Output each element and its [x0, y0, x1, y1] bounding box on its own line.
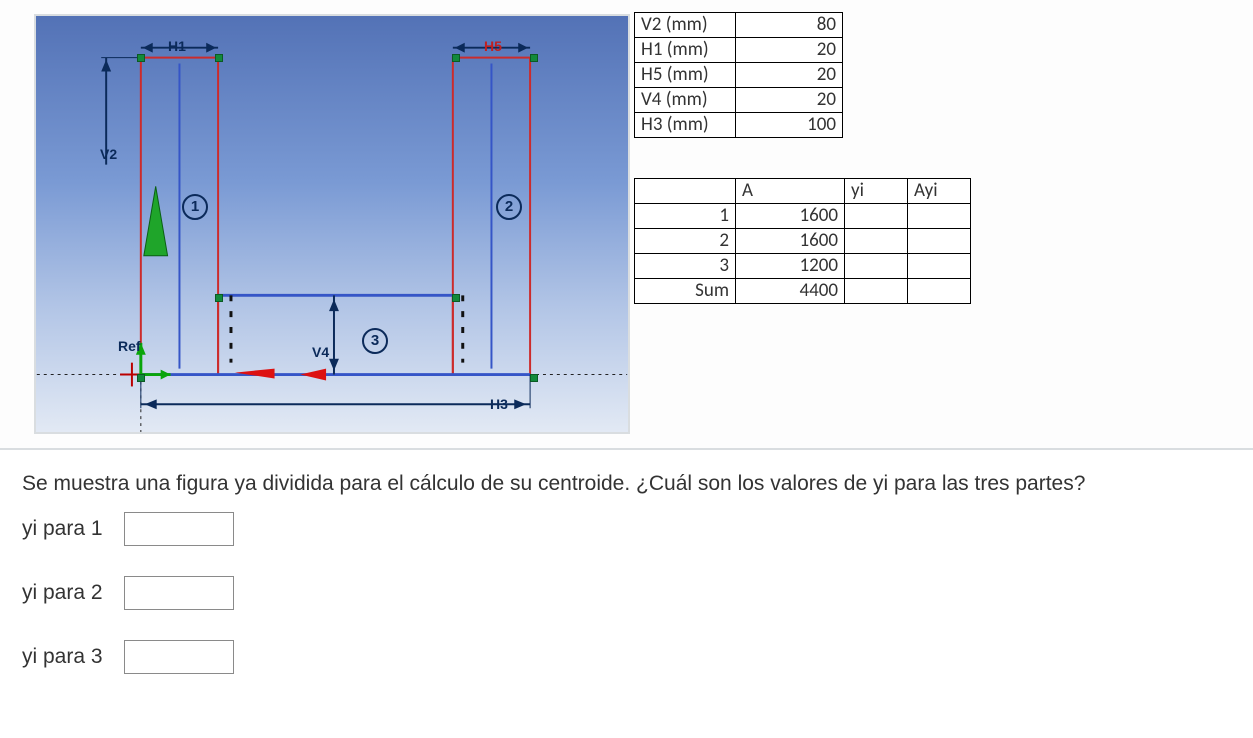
yi1-label: yi para 1: [22, 517, 110, 541]
dim-name: V4 (mm): [635, 88, 736, 113]
table-row: H3 (mm) 100: [635, 113, 843, 138]
col-A: A: [736, 179, 845, 204]
dim-value: 100: [736, 113, 843, 138]
vertex-point: [137, 54, 145, 62]
table-row: 2 1600: [635, 229, 971, 254]
dim-label-H1: H1: [168, 38, 186, 54]
table-row: V4 (mm) 20: [635, 88, 843, 113]
table-row: Sum 4400: [635, 279, 971, 304]
table-row: H1 (mm) 20: [635, 38, 843, 63]
yi1-input[interactable]: [124, 512, 234, 546]
ref-label: Ref: [118, 338, 141, 354]
dim-value: 20: [736, 38, 843, 63]
part-marker-2: 2: [496, 194, 522, 220]
col-id: [635, 179, 736, 204]
dim-label-V4: V4: [312, 344, 329, 360]
vertex-point: [530, 374, 538, 382]
dim-label-H3: H3: [490, 396, 508, 412]
dim-value: 20: [736, 63, 843, 88]
vertex-point: [530, 54, 538, 62]
yi3-input[interactable]: [124, 640, 234, 674]
yi2-label: yi para 2: [22, 581, 110, 605]
vertex-point: [452, 54, 460, 62]
centroid-figure: V2 H1 H5 V4 H3 Ref 1 2 3: [34, 14, 630, 434]
dim-name: H1 (mm): [635, 38, 736, 63]
dim-name: V2 (mm): [635, 13, 736, 38]
dim-label-V2: V2: [100, 146, 117, 162]
part-marker-1: 1: [182, 194, 208, 220]
dimensions-table: V2 (mm) 80 H1 (mm) 20 H5 (mm) 20 V4 (mm)…: [634, 12, 843, 138]
vertex-point: [452, 294, 460, 302]
vertex-point: [215, 294, 223, 302]
dim-name: H5 (mm): [635, 63, 736, 88]
dim-label-H5: H5: [484, 38, 502, 54]
table-row: 1 1600: [635, 204, 971, 229]
dim-value: 20: [736, 88, 843, 113]
vertex-point: [215, 54, 223, 62]
yi2-input[interactable]: [124, 576, 234, 610]
table-row: 3 1200: [635, 254, 971, 279]
area-table: A yi Ayi 1 1600 2 1600: [634, 178, 971, 304]
yi3-label: yi para 3: [22, 645, 110, 669]
vertex-point: [137, 374, 145, 382]
part-marker-3: 3: [362, 328, 388, 354]
dim-name: H3 (mm): [635, 113, 736, 138]
col-yi: yi: [845, 179, 908, 204]
col-Ayi: Ayi: [908, 179, 971, 204]
table-row: V2 (mm) 80: [635, 13, 843, 38]
table-header-row: A yi Ayi: [635, 179, 971, 204]
figure-svg: [36, 16, 628, 432]
question-text: Se muestra una figura ya dividida para e…: [0, 450, 1253, 506]
dim-value: 80: [736, 13, 843, 38]
table-row: H5 (mm) 20: [635, 63, 843, 88]
